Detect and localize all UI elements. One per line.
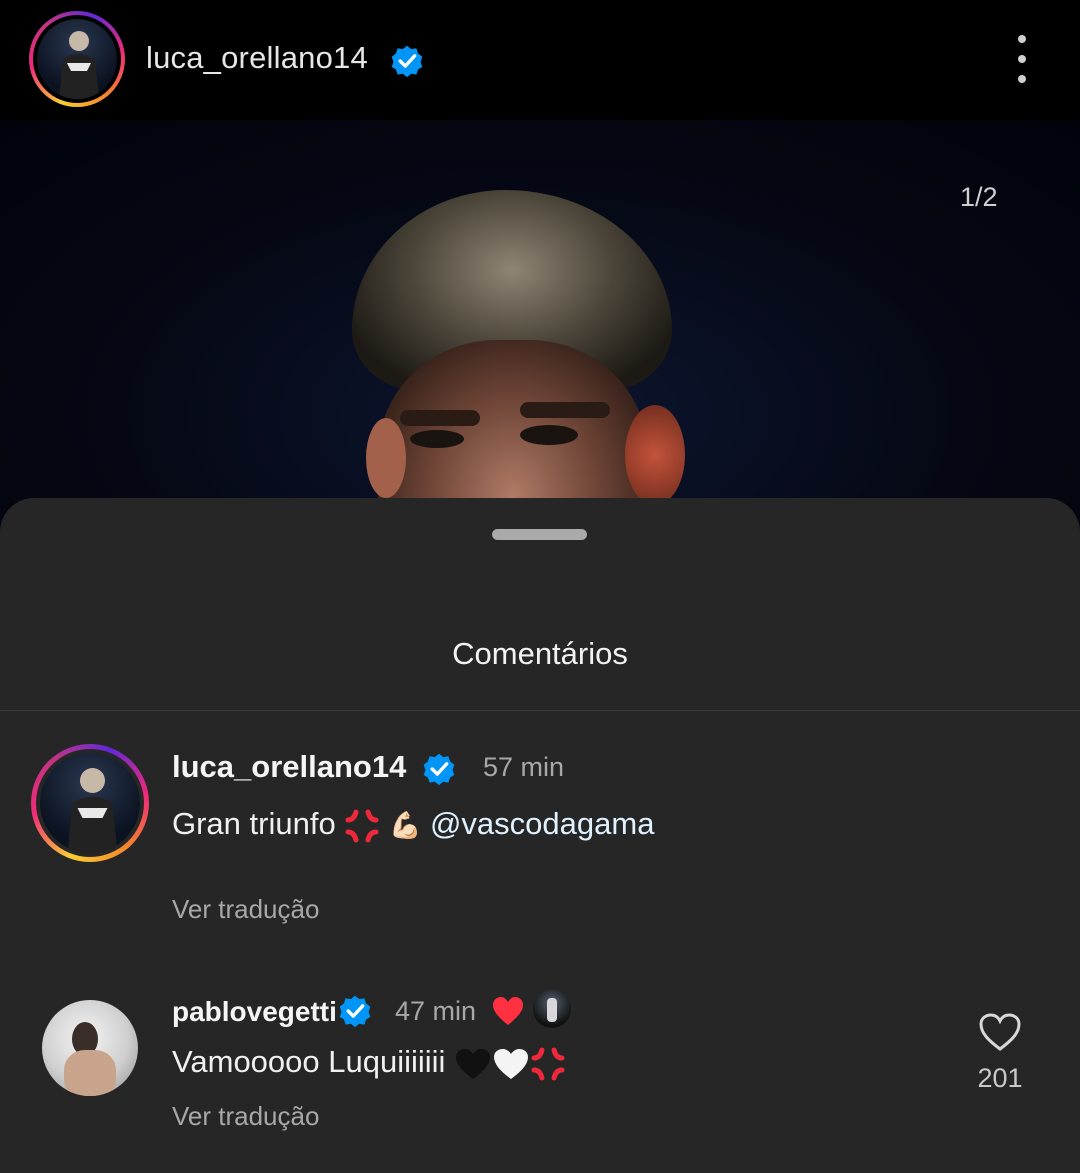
anger-symbol-icon xyxy=(345,809,379,843)
liked-by-author-heart-icon xyxy=(493,997,523,1025)
comment-time: 47 min xyxy=(395,996,477,1026)
like-heart-icon[interactable] xyxy=(978,1012,1022,1052)
comment-text: Vamooooo Luquiiiiiii xyxy=(172,1044,566,1082)
see-translation-link[interactable]: Ver tradução xyxy=(172,894,319,925)
flexed-biceps-icon: 💪🏻 xyxy=(388,810,422,841)
verified-badge-icon xyxy=(423,753,455,786)
comment-body: Vamooooo Luquiiiiiii xyxy=(172,1044,446,1079)
comment-username[interactable]: luca_orellano14 xyxy=(172,749,406,785)
comment-time: 57 min xyxy=(483,752,565,782)
carousel-counter: 1/2 xyxy=(960,182,998,212)
comments-sheet: Comentários luca_orellano14 57 min Gran … xyxy=(0,498,1080,1173)
comment-avatar[interactable] xyxy=(42,1000,138,1096)
verified-badge-icon xyxy=(339,995,371,1028)
comment-text: Gran triunfo 💪🏻 @vascodagama xyxy=(172,806,654,844)
author-mini-avatar xyxy=(533,990,571,1028)
comment-avatar-ring[interactable] xyxy=(31,744,149,862)
white-heart-icon xyxy=(494,1048,529,1079)
comments-title: Comentários xyxy=(452,636,628,671)
avatar-photo-icon xyxy=(67,768,118,853)
anger-symbol-icon xyxy=(531,1047,565,1081)
photo-brow-right xyxy=(520,402,610,418)
photo-eye-right xyxy=(520,425,578,445)
photo-ear-right xyxy=(625,405,685,505)
divider xyxy=(0,710,1080,711)
comment-mention[interactable]: @vascodagama xyxy=(430,806,654,841)
photo-brow-left xyxy=(400,410,480,426)
avatar-photo-icon xyxy=(59,31,99,99)
post-author-username[interactable]: luca_orellano14 xyxy=(146,40,368,76)
sheet-drag-handle[interactable] xyxy=(492,529,587,540)
post-header: luca_orellano14 xyxy=(0,0,1080,120)
comment-body: Gran triunfo xyxy=(172,806,336,841)
photo-eye-left xyxy=(410,430,464,448)
see-translation-link[interactable]: Ver tradução xyxy=(172,1101,319,1132)
avatar xyxy=(37,19,117,99)
story-ring-avatar[interactable] xyxy=(29,11,125,107)
verified-badge-icon xyxy=(391,45,423,78)
avatar xyxy=(40,753,140,853)
black-heart-icon xyxy=(456,1048,491,1079)
like-count: 201 xyxy=(977,1063,1023,1093)
post-photo[interactable]: 1/2 xyxy=(0,120,1080,540)
more-options-icon[interactable] xyxy=(1005,35,1039,83)
photo-ear-left xyxy=(366,418,406,498)
comment-username[interactable]: pablovegetti xyxy=(172,996,337,1028)
